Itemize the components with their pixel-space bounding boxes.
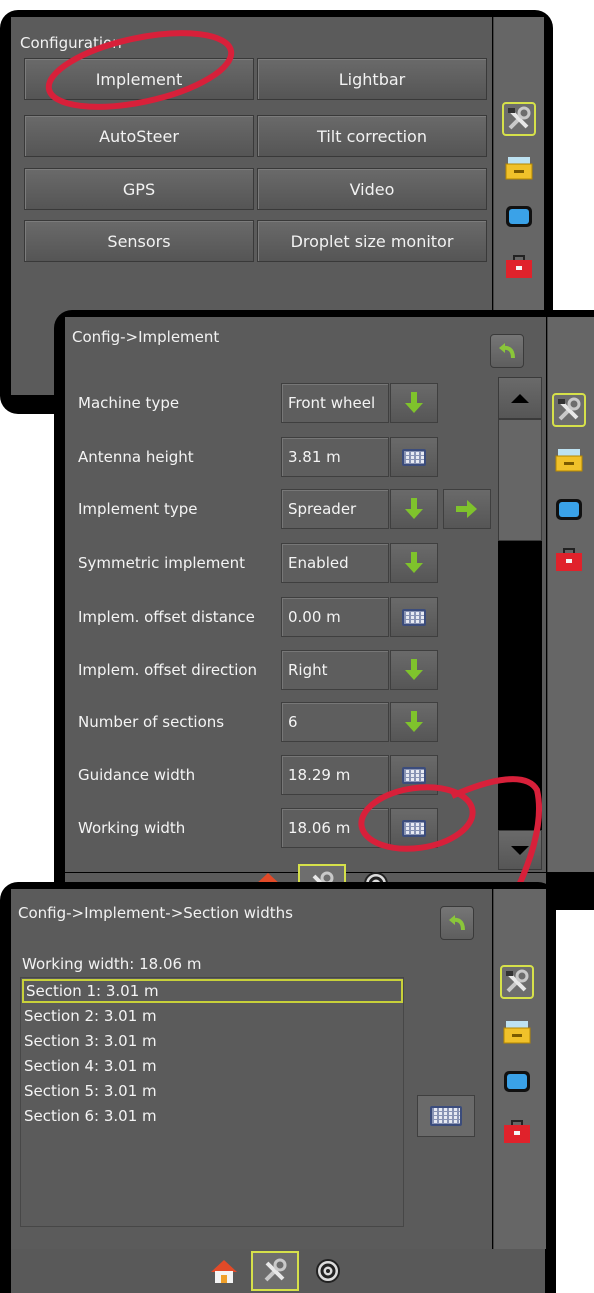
list-item[interactable]: Section 2: 3.01 m — [22, 1004, 157, 1028]
antenna-height-value[interactable]: 3.81 m — [281, 437, 389, 477]
arrow-down-icon — [405, 392, 423, 414]
implement-type-dropdown[interactable] — [390, 489, 438, 529]
number-of-sections-dropdown[interactable] — [390, 702, 438, 742]
implem-offset-distance-keyboard-button[interactable] — [390, 597, 438, 637]
gauge-icon — [316, 1259, 340, 1283]
implement-type-label: Implement type — [78, 500, 198, 518]
antenna-height-keyboard-button[interactable] — [390, 437, 438, 477]
keyboard-icon — [402, 448, 426, 466]
number-of-sections-value[interactable]: 6 — [281, 702, 389, 742]
tools-icon[interactable] — [502, 102, 536, 136]
symmetric-implement-value[interactable]: Enabled — [281, 543, 389, 583]
list-item[interactable]: Section 6: 3.01 m — [22, 1104, 157, 1128]
implement-type-value[interactable]: Spreader — [281, 489, 389, 529]
back-button[interactable] — [440, 906, 474, 940]
toolbox-icon[interactable] — [500, 1115, 534, 1149]
keyboard-icon — [402, 608, 426, 626]
symmetric-implement-dropdown[interactable] — [390, 543, 438, 583]
arrow-right-icon — [456, 500, 478, 518]
arrow-down-icon — [405, 552, 423, 574]
working-width-label: Working width — [78, 819, 186, 837]
annotation-circle — [45, 30, 235, 110]
machine-type-label: Machine type — [78, 394, 180, 412]
tilt-correction-button[interactable]: Tilt correction — [257, 115, 487, 157]
sensors-button[interactable]: Sensors — [24, 220, 254, 262]
list-item[interactable]: Section 5: 3.01 m — [22, 1079, 157, 1103]
working-width-text: Working width: 18.06 m — [22, 955, 202, 973]
toolbox-icon[interactable] — [552, 543, 586, 577]
scroll-up-button[interactable] — [498, 377, 542, 419]
home-tab[interactable] — [200, 1251, 248, 1291]
section-widths-panel: Config->Implement->Section widths Workin… — [0, 882, 556, 1293]
list-item[interactable]: Section 3: 3.01 m — [22, 1029, 157, 1053]
droplet-size-monitor-button[interactable]: Droplet size monitor — [257, 220, 487, 262]
guidance-width-label: Guidance width — [78, 766, 196, 784]
tools-icon[interactable] — [552, 393, 586, 427]
page-title: Config->Implement->Section widths — [18, 904, 293, 922]
symmetric-implement-label: Symmetric implement — [78, 554, 246, 572]
home-icon — [211, 1260, 237, 1283]
tools-icon[interactable] — [500, 965, 534, 999]
list-item[interactable]: Section 4: 3.01 m — [22, 1054, 157, 1078]
drawer-icon[interactable] — [552, 443, 586, 477]
autosteer-button[interactable]: AutoSteer — [24, 115, 254, 157]
drawer-icon[interactable] — [500, 1015, 534, 1049]
arrow-down-icon — [405, 659, 423, 681]
screen-icon[interactable] — [502, 200, 536, 234]
implem-offset-distance-label: Implem. offset distance — [78, 608, 255, 626]
triangle-up-icon — [511, 393, 529, 403]
gps-button[interactable]: GPS — [24, 168, 254, 210]
implem-offset-direction-value[interactable]: Right — [281, 650, 389, 690]
gauge-tab[interactable] — [304, 1251, 352, 1291]
lightbar-button[interactable]: Lightbar — [257, 58, 487, 100]
tools-tab[interactable] — [251, 1251, 299, 1291]
scrollbar-thumb[interactable] — [498, 419, 542, 541]
list-item[interactable]: Section 1: 3.01 m — [22, 979, 403, 1003]
implement-type-next-button[interactable] — [443, 489, 491, 529]
page-title: Config->Implement — [72, 328, 220, 346]
implem-offset-direction-label: Implem. offset direction — [78, 661, 258, 679]
number-of-sections-label: Number of sections — [78, 713, 225, 731]
implem-offset-distance-value[interactable]: 0.00 m — [281, 597, 389, 637]
drawer-icon[interactable] — [502, 151, 536, 185]
tools-icon — [264, 1258, 287, 1282]
back-button[interactable] — [490, 334, 524, 368]
screen-icon[interactable] — [552, 493, 586, 527]
toolbox-icon[interactable] — [502, 250, 536, 284]
arrow-down-icon — [405, 711, 423, 733]
antenna-height-label: Antenna height — [78, 448, 194, 466]
screen-icon[interactable] — [500, 1065, 534, 1099]
keyboard-icon — [430, 1106, 462, 1126]
section-keyboard-button[interactable] — [417, 1095, 475, 1137]
video-button[interactable]: Video — [257, 168, 487, 210]
machine-type-dropdown[interactable] — [390, 383, 438, 423]
arrow-down-icon — [405, 498, 423, 520]
machine-type-value[interactable]: Front wheel — [281, 383, 389, 423]
implem-offset-direction-dropdown[interactable] — [390, 650, 438, 690]
